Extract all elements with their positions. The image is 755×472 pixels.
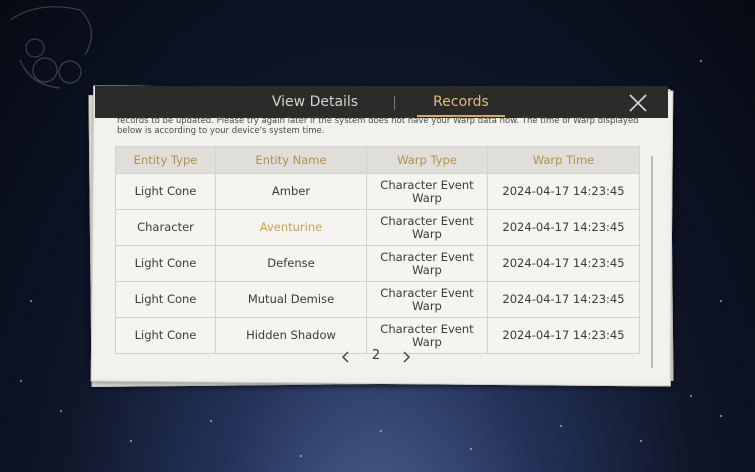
chevron-left-icon[interactable] (340, 349, 352, 365)
page-number: 2 (371, 348, 381, 363)
warp-type-line: Character Event (380, 249, 474, 264)
cell-entity-name: Defense (215, 245, 367, 282)
cell-entity-name: Amber (215, 173, 367, 210)
warp-type-line: Character Event (380, 321, 474, 336)
warp-type-line: Character Event (380, 213, 474, 228)
chevron-right-icon[interactable] (400, 349, 412, 365)
cell-warp-type: Character Event Warp (366, 281, 488, 318)
cell-warp-time: 2024-04-17 14:23:45 (487, 245, 640, 282)
cell-entity-name-highlight: Aventurine (215, 209, 367, 246)
table-row: Character Aventurine Character Event Warp… (115, 209, 640, 246)
cell-entity-type: Light Cone (115, 245, 216, 282)
records-notice: records to be updated. Please try again … (117, 116, 639, 136)
cell-entity-type: Light Cone (115, 173, 216, 210)
warp-records-panel: View Details Records records to be updat… (95, 86, 668, 378)
tab-separator (394, 96, 395, 110)
cell-warp-time: 2024-04-17 14:23:45 (487, 281, 640, 318)
cell-warp-type: Character Event Warp (366, 209, 488, 246)
cell-entity-name: Mutual Demise (215, 281, 367, 318)
cell-entity-type: Light Cone (115, 281, 216, 318)
table-row: Light Cone Mutual Demise Character Event… (115, 281, 640, 318)
header-entity-name: Entity Name (215, 146, 367, 174)
tab-records[interactable]: Records (413, 86, 509, 118)
tab-view-details[interactable]: View Details (255, 86, 375, 118)
records-table: Entity Type Entity Name Warp Type Warp T… (115, 146, 640, 354)
table-row: Light Cone Amber Character Event Warp 202… (115, 173, 640, 210)
warp-type-line: Warp (412, 298, 442, 313)
table-header-row: Entity Type Entity Name Warp Type Warp T… (115, 146, 640, 174)
warp-type-line: Warp (412, 262, 442, 277)
header-warp-type: Warp Type (366, 146, 488, 174)
cell-entity-type: Character (115, 209, 216, 246)
cell-warp-time: 2024-04-17 14:23:45 (487, 173, 640, 210)
header-warp-time: Warp Time (487, 146, 640, 174)
cell-warp-type: Character Event Warp (366, 245, 488, 282)
close-icon[interactable] (627, 92, 649, 114)
warp-type-line: Warp (412, 226, 442, 241)
table-row: Light Cone Defense Character Event Warp 2… (115, 245, 640, 282)
header-entity-type: Entity Type (115, 146, 216, 174)
warp-type-line: Warp (412, 190, 442, 205)
cell-warp-time: 2024-04-17 14:23:45 (487, 209, 640, 246)
tab-bar: View Details Records (95, 86, 668, 118)
warp-type-line: Character Event (380, 177, 474, 192)
cell-warp-type: Character Event Warp (366, 173, 488, 210)
warp-type-line: Warp (412, 334, 442, 349)
warp-type-line: Character Event (380, 285, 474, 300)
records-scrollbar[interactable] (651, 156, 653, 368)
pagination: 2 (95, 348, 668, 368)
